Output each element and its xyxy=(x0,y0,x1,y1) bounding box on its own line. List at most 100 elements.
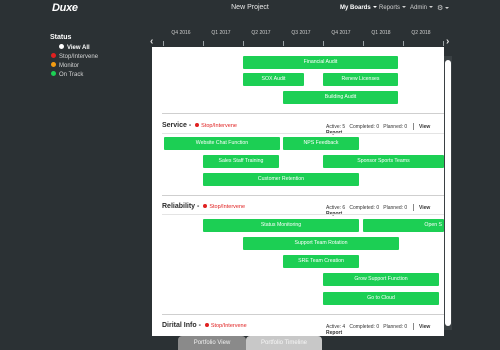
planned-count: Planned: 0 xyxy=(383,123,408,130)
chevron-right-icon[interactable]: › xyxy=(446,36,449,47)
section-divider xyxy=(162,133,444,134)
status-filter-stop[interactable]: Stop/Intervene xyxy=(51,53,99,61)
gear-icon[interactable]: ⚙ xyxy=(437,4,450,12)
status-filter-view-all[interactable]: View All xyxy=(59,44,90,52)
quarter-tick xyxy=(443,41,444,46)
status-filter-label: Stop/Intervene xyxy=(59,54,99,61)
section-divider xyxy=(162,113,444,114)
quarter-tick xyxy=(323,41,324,46)
chevron-down-icon xyxy=(429,6,434,9)
admin-label: Admin xyxy=(410,5,428,11)
status-filter-title: Status xyxy=(50,34,72,41)
status-badge: Stop/Intervene xyxy=(195,122,237,129)
chevron-left-icon[interactable]: ‹ xyxy=(150,36,153,47)
red-dot-icon xyxy=(203,203,208,208)
timeline-content: Financial Audit SOX Audit Renew Licenses… xyxy=(152,47,444,336)
task-bar-financial-audit[interactable]: Financial Audit xyxy=(243,56,398,69)
chevron-down-icon xyxy=(402,6,407,9)
section-name: Reliability xyxy=(162,203,196,210)
planned-count: Planned: 0 xyxy=(383,204,408,211)
task-bar-go-to-cloud[interactable]: Go to Cloud xyxy=(323,292,439,305)
quarter-tick xyxy=(363,41,364,46)
task-bar-sponsor-sports-teams[interactable]: Sponsor Sports Teams xyxy=(323,155,444,168)
status-filter-label: Monitor xyxy=(59,63,80,70)
quarter-tick xyxy=(163,41,164,46)
my-boards-menu[interactable]: My Boards xyxy=(340,5,377,11)
section-dash: - xyxy=(198,322,203,329)
status-filter-monitor[interactable]: Monitor xyxy=(51,62,80,70)
timeline-header: ‹ Q4 2016 Q1 2017 Q2 2017 Q3 2017 Q4 201… xyxy=(145,17,500,47)
status-badge-label: Stop/Intervene xyxy=(210,323,247,329)
quarter-label: Q4 2016 xyxy=(171,30,191,36)
active-count: Active: 5 xyxy=(326,123,346,130)
task-bar-grow-support-function[interactable]: Grow Support Function xyxy=(323,273,439,286)
admin-menu[interactable]: Admin xyxy=(410,5,434,11)
task-bar-open-s[interactable]: Open S xyxy=(363,219,444,232)
status-filter-label: On Track xyxy=(59,72,84,79)
section-divider xyxy=(162,314,444,315)
section-name: Dirital Info xyxy=(162,322,197,329)
red-dot-icon xyxy=(195,122,200,127)
completed-count: Completed: 0 xyxy=(349,204,380,211)
quarter-label: Q1 2017 xyxy=(211,30,231,36)
scrollbar-thumb[interactable] xyxy=(445,60,451,326)
reports-menu[interactable]: Reports xyxy=(379,5,407,11)
section-dash: - xyxy=(197,203,202,210)
section-divider xyxy=(162,214,444,215)
red-dot-icon xyxy=(51,53,56,58)
quarter-label: Q1 2018 xyxy=(371,30,391,36)
task-bar-building-audit[interactable]: Building Audit xyxy=(283,91,398,104)
chevron-down-icon xyxy=(372,6,377,9)
white-dot-icon xyxy=(59,44,64,49)
task-bar-website-chat[interactable]: Website Chat Function xyxy=(164,137,280,150)
quarter-tick xyxy=(203,41,204,46)
section-meta-reliability: Active: 6 Completed: 0 Planned: 0 View R… xyxy=(326,204,444,217)
quarter-tick xyxy=(243,41,244,46)
section-title-dirital-info: Dirital Info - Stop/Intervene xyxy=(162,322,247,329)
status-badge-label: Stop/Intervene xyxy=(201,123,237,129)
completed-count: Completed: 0 xyxy=(349,123,380,130)
section-meta-service: Active: 5 Completed: 0 Planned: 0 View R… xyxy=(326,123,444,136)
status-badge: Stop/Intervene xyxy=(204,322,247,329)
section-title-service: Service - Stop/Intervene xyxy=(162,122,237,129)
status-badge-label: Stop/Intervene xyxy=(209,204,246,210)
completed-count: Completed: 0 xyxy=(349,323,380,330)
red-dot-icon xyxy=(204,322,209,327)
status-filter-on-track[interactable]: On Track xyxy=(51,71,84,79)
active-count: Active: 6 xyxy=(326,204,346,211)
section-dash: - xyxy=(188,122,194,129)
task-bar-renew-licenses[interactable]: Renew Licenses xyxy=(323,73,398,86)
quarter-label: Q4 2017 xyxy=(331,30,351,36)
active-count: Active: 4 xyxy=(326,323,346,330)
top-navbar: Duxe New Project My Boards Reports Admin… xyxy=(0,0,500,17)
section-divider xyxy=(162,195,444,196)
task-bar-sales-staff-training[interactable]: Sales Staff Training xyxy=(203,155,279,168)
task-bar-customer-retention[interactable]: Customer Retention xyxy=(203,173,359,186)
quarter-label: Q2 2018 xyxy=(411,30,431,36)
task-bar-support-team-rotation[interactable]: Support Team Rotation xyxy=(243,237,399,250)
task-bar-status-monitoring[interactable]: Status Monitoring xyxy=(203,219,359,232)
my-boards-label: My Boards xyxy=(340,5,371,11)
section-name: Service xyxy=(162,122,187,129)
task-bar-sox-audit[interactable]: SOX Audit xyxy=(243,73,304,86)
chevron-down-icon xyxy=(445,7,450,10)
task-bar-nps-feedback[interactable]: NPS Feedback xyxy=(283,137,359,150)
planned-count: Planned: 0 xyxy=(383,323,408,330)
tab-portfolio-timeline[interactable]: Portfolio Timeline xyxy=(246,336,322,350)
green-dot-icon xyxy=(51,71,56,76)
tab-portfolio-view[interactable]: Portfolio View xyxy=(178,336,246,350)
section-title-reliability: Reliability - Stop/Intervene xyxy=(162,203,245,210)
meta-separator xyxy=(412,323,414,330)
status-filter-label: View All xyxy=(67,45,90,52)
orange-dot-icon xyxy=(51,62,56,67)
quarter-tick xyxy=(403,41,404,46)
reports-label: Reports xyxy=(379,5,401,11)
quarter-label: Q2 2017 xyxy=(251,30,271,36)
meta-separator xyxy=(412,123,414,130)
status-badge: Stop/Intervene xyxy=(203,203,246,210)
quarter-tick xyxy=(283,41,284,46)
meta-separator xyxy=(412,204,414,211)
task-bar-sre-team-creation[interactable]: SRE Team Creation xyxy=(283,255,359,268)
section-meta-dirital-info: Active: 4 Completed: 0 Planned: 0 View R… xyxy=(326,323,444,336)
quarter-label: Q3 2017 xyxy=(291,30,311,36)
